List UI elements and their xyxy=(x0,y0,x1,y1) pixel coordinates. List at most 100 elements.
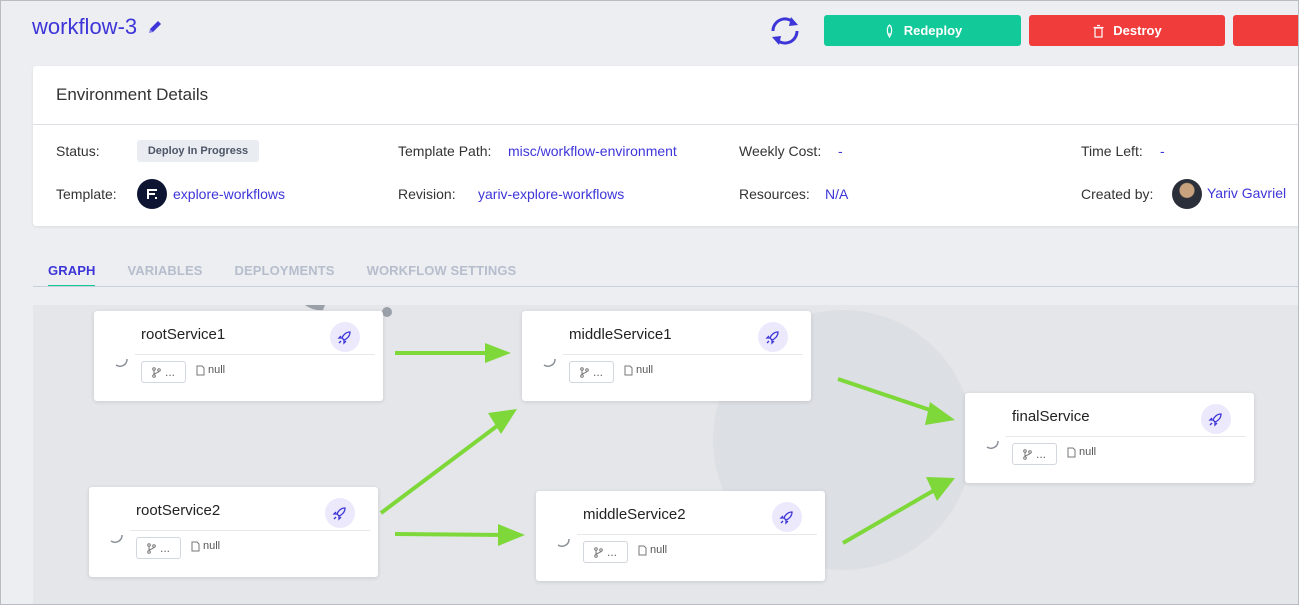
graph-node-finalService[interactable]: finalService ... null xyxy=(965,393,1254,483)
revision-label: Revision: xyxy=(398,186,456,202)
node-divider xyxy=(135,354,375,355)
node-name: middleService1 xyxy=(569,326,672,343)
branch-selector[interactable]: ... xyxy=(569,361,614,383)
deploy-node-button[interactable] xyxy=(330,322,360,352)
deploy-node-button[interactable] xyxy=(1201,404,1231,434)
pencil-icon[interactable] xyxy=(147,19,163,35)
branch-value: ... xyxy=(592,365,603,379)
environment-details-heading: Environment Details xyxy=(56,85,209,104)
redeploy-button[interactable]: Redeploy xyxy=(824,15,1021,46)
revision-info: null xyxy=(638,544,667,556)
revision-value: null xyxy=(203,540,221,552)
revision-info: null xyxy=(1067,446,1096,458)
template-path-link[interactable]: misc/workflow-environment xyxy=(508,143,677,159)
tab-underline xyxy=(33,286,1299,287)
file-icon xyxy=(196,365,205,375)
loading-spinner-icon xyxy=(110,534,123,543)
graph-node-rootService2[interactable]: rootService2 ... null xyxy=(89,487,378,577)
divider xyxy=(33,124,1299,125)
tab-deployments[interactable]: DEPLOYMENTS xyxy=(235,263,335,287)
rocket-icon xyxy=(886,23,892,38)
template-logo-icon xyxy=(137,179,167,209)
time-left-label: Time Left: xyxy=(1081,143,1143,159)
revision-info: null xyxy=(624,364,653,376)
node-divider xyxy=(1006,436,1246,437)
workflow-title: workflow-3 xyxy=(32,14,138,39)
node-name: rootService2 xyxy=(136,502,221,519)
tab-bar: GRAPH VARIABLES DEPLOYMENTS WORKFLOW SET… xyxy=(48,263,548,287)
git-branch-icon xyxy=(594,546,603,558)
status-label: Status: xyxy=(56,143,100,159)
file-icon xyxy=(191,541,200,551)
rocket-icon xyxy=(779,511,793,525)
edge-root2-middle1 xyxy=(379,409,517,515)
revision-info: null xyxy=(196,364,225,376)
loading-spinner-icon xyxy=(557,538,570,547)
git-branch-icon xyxy=(152,366,161,378)
avatar xyxy=(1172,179,1202,209)
node-name: rootService1 xyxy=(141,326,226,343)
rocket-icon xyxy=(337,331,351,345)
loading-spinner-icon xyxy=(986,440,999,449)
tab-graph[interactable]: GRAPH xyxy=(48,263,96,287)
deploy-node-button[interactable] xyxy=(772,502,802,532)
revision-value: null xyxy=(650,544,668,556)
node-divider xyxy=(577,534,817,535)
graph-node-middleService1[interactable]: middleService1 ... null xyxy=(522,311,811,401)
branch-selector[interactable]: ... xyxy=(1012,443,1057,465)
created-by-label: Created by: xyxy=(1081,186,1154,202)
loading-spinner-icon xyxy=(543,358,556,367)
branch-selector[interactable]: ... xyxy=(141,361,186,383)
template-path-label: Template Path: xyxy=(398,143,492,159)
git-branch-icon xyxy=(580,366,589,378)
weekly-cost-value: - xyxy=(838,143,843,159)
trash-icon xyxy=(1093,24,1104,38)
page-title: workflow-3 xyxy=(32,14,163,40)
status-badge: Deploy In Progress xyxy=(137,140,259,162)
edge-middle1-final xyxy=(837,377,955,425)
edge-root2-middle2 xyxy=(394,524,525,546)
graph-node-middleService2[interactable]: middleService2 ... null xyxy=(536,491,825,581)
tab-variables[interactable]: VARIABLES xyxy=(127,263,202,287)
edge-root1-middle1 xyxy=(395,343,511,363)
destroy-button[interactable]: Destroy xyxy=(1029,15,1225,46)
loading-spinner-icon xyxy=(115,358,128,367)
file-icon xyxy=(638,545,647,555)
workflow-graph: rootService1 ... null rootService2 ... n… xyxy=(33,305,1299,605)
revision-value: null xyxy=(208,364,226,376)
revision-value: null xyxy=(1079,446,1097,458)
template-label: Template: xyxy=(56,186,117,202)
rocket-icon xyxy=(332,507,346,521)
branch-value: ... xyxy=(606,545,617,559)
revision-info: null xyxy=(191,540,220,552)
node-divider xyxy=(563,354,803,355)
environment-details-card: Environment Details Status: Deploy In Pr… xyxy=(33,66,1299,226)
branch-selector[interactable]: ... xyxy=(136,537,181,559)
revision-link[interactable]: yariv-explore-workflows xyxy=(478,186,624,202)
node-name: finalService xyxy=(1012,408,1090,425)
time-left-value: - xyxy=(1160,143,1165,159)
tab-workflow-settings[interactable]: WORKFLOW SETTINGS xyxy=(367,263,517,287)
graph-node-rootService1[interactable]: rootService1 ... null xyxy=(94,311,383,401)
branch-selector[interactable]: ... xyxy=(583,541,628,563)
file-icon xyxy=(624,365,633,375)
deploy-node-button[interactable] xyxy=(325,498,355,528)
more-actions-button[interactable] xyxy=(1233,15,1299,46)
resources-label: Resources: xyxy=(739,186,810,202)
git-branch-icon xyxy=(1023,448,1032,460)
created-by-value: Yariv Gavriel xyxy=(1207,185,1287,201)
weekly-cost-label: Weekly Cost: xyxy=(739,143,822,159)
template-link[interactable]: explore-workflows xyxy=(173,186,285,202)
node-name: middleService2 xyxy=(583,506,686,523)
cursor-hint xyxy=(305,305,325,311)
rocket-icon xyxy=(1208,413,1222,427)
destroy-label: Destroy xyxy=(1113,23,1162,38)
branch-value: ... xyxy=(159,541,170,555)
cursor-hint-dot xyxy=(382,307,392,317)
branch-value: ... xyxy=(1035,447,1046,461)
branch-value: ... xyxy=(164,365,175,379)
deploy-node-button[interactable] xyxy=(758,322,788,352)
resources-value[interactable]: N/A xyxy=(825,186,848,202)
refresh-icon[interactable] xyxy=(767,13,803,49)
git-branch-icon xyxy=(147,542,156,554)
